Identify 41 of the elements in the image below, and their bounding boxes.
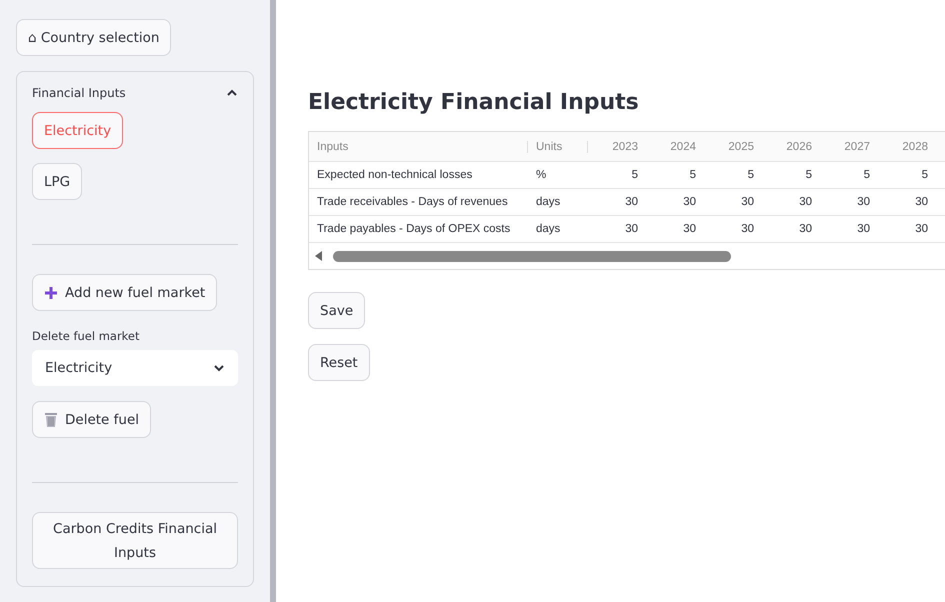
table-cell-text: 30 [798, 196, 813, 208]
table-cell-text: 30 [682, 196, 697, 208]
table-cell-text: 5 [862, 169, 871, 181]
fuel-button[interactable]: LPG [32, 163, 82, 200]
table-cell-text: 30 [914, 223, 929, 235]
country-selection-button[interactable]: ⌂ Country selection [16, 19, 172, 56]
scroll-left-icon[interactable] [315, 251, 323, 261]
add-fuel-market-button[interactable]: Add new fuel market [32, 274, 218, 311]
table-cell-text: 5 [688, 169, 697, 181]
fuel-market-select[interactable]: Electricity [32, 350, 238, 386]
delete-fuel-button[interactable]: Delete fuel [32, 401, 152, 438]
expander-title[interactable]: Financial Inputs [32, 86, 126, 100]
scrollbar-thumb[interactable] [333, 250, 731, 262]
carbon-credits-button[interactable]: Carbon Credits Financial Inputs [32, 512, 238, 569]
table-cell-text: 5 [746, 169, 755, 181]
table-cell-text: 5 [920, 169, 929, 181]
table-cell-text: days [535, 223, 562, 235]
table-cell-text: 30 [914, 196, 929, 208]
table-cell-text: 5 [804, 169, 813, 181]
table-cell-text: 30 [856, 196, 871, 208]
table-cell-text: Expected non-technical losses [316, 169, 474, 181]
action-button[interactable]: Save [308, 292, 366, 329]
table-cell-text: 30 [856, 223, 871, 235]
table-cell-text: 30 [740, 196, 755, 208]
table-cell-text: 5 [630, 169, 639, 181]
table-cell-text: 30 [740, 223, 755, 235]
trash-icon [44, 412, 58, 428]
action-button[interactable]: Reset [308, 344, 370, 381]
page-title: Electricity Financial Inputs [308, 90, 640, 115]
table-cell-text: days [535, 196, 562, 208]
table-cell-text: Trade receivables - Days of revenues [316, 196, 509, 208]
plus-icon [44, 286, 58, 300]
table-cell-text: % [535, 169, 548, 181]
table-cell-text: 30 [798, 223, 813, 235]
table-cell-text: Trade payables - Days of OPEX costs [316, 223, 512, 235]
chevron-down-icon [213, 364, 225, 372]
table-cell-text: 30 [682, 223, 697, 235]
table-cell-text: 30 [624, 196, 639, 208]
select-label: Delete fuel market [32, 329, 141, 343]
chevron-icon[interactable] [226, 89, 238, 97]
table-cell-text: 30 [624, 223, 639, 235]
